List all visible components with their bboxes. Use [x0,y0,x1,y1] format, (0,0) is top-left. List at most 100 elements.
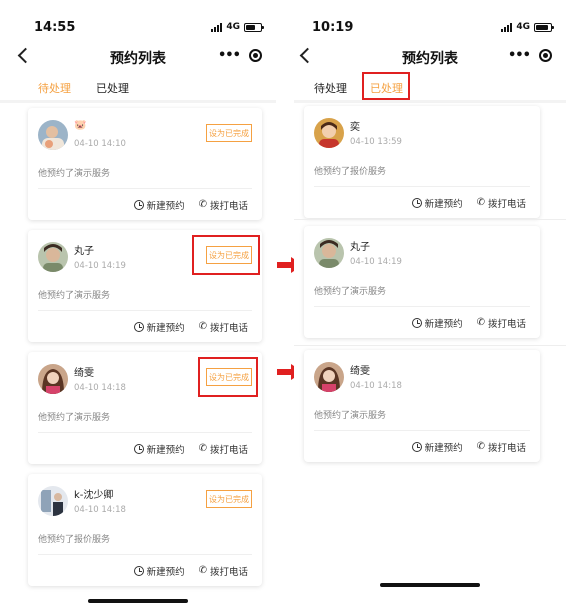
mark-complete-button[interactable]: 设为已完成 [206,124,252,142]
call-label: 拨打电话 [487,319,526,330]
service-text: 他预约了报价服务 [314,167,387,177]
home-indicator [380,583,480,587]
nav-bar: 预约列表 ••• [0,44,276,74]
tab-divider [294,100,566,103]
new-appointment-label: 新建预约 [146,201,185,212]
card-actions: 新建预约 ✆ 拨打电话 [411,440,526,455]
call-button[interactable]: ✆ 拨打电话 [476,316,526,331]
clock-icon [411,442,422,452]
clock-icon [133,566,144,576]
card-actions: 新建预约 ✆ 拨打电话 [133,442,248,457]
appointment-date: 04-10 14:18 [74,505,126,515]
avatar [38,120,68,150]
tab-processed[interactable]: 已处理 [96,80,129,96]
avatar [314,362,344,392]
divider [314,306,530,307]
customer-name: 绮雯 [74,368,94,379]
status-time: 10:19 [312,20,354,35]
appointment-card[interactable]: 绮雯 04-10 14:18 他预约了演示服务 新建预约 ✆ 拨打电话 [304,350,540,462]
phone-icon: ✆ [198,565,207,576]
call-button[interactable]: ✆ 拨打电话 [198,564,248,579]
phone-icon: ✆ [198,199,207,210]
new-appointment-button[interactable]: 新建预约 [133,320,185,334]
new-appointment-button[interactable]: 新建预约 [133,198,185,212]
divider [314,186,530,187]
divider [38,310,252,311]
card-actions: 新建预约 ✆ 拨打电话 [411,196,526,211]
call-label: 拨打电话 [209,323,248,334]
call-button[interactable]: ✆ 拨打电话 [198,198,248,213]
service-text: 他预约了演示服务 [38,413,111,423]
phone-icon: ✆ [476,317,485,328]
left-screen: 14:55 4G 预约列表 ••• 待处理 已处理 🐷 04-10 14:10 … [0,0,276,609]
new-appointment-button[interactable]: 新建预约 [411,316,463,330]
highlight-box [192,235,260,275]
appointment-date: 04-10 14:18 [74,383,126,393]
new-appointment-button[interactable]: 新建预约 [133,564,185,578]
new-appointment-button[interactable]: 新建预约 [411,440,463,454]
more-dots-icon[interactable]: ••• [508,49,531,62]
highlight-box [362,72,410,100]
clock-icon [411,198,422,208]
appointment-card[interactable]: 🐷 04-10 14:10 设为已完成 他预约了演示服务 新建预约 ✆ 拨打电话 [28,108,262,220]
clock-icon [411,318,422,328]
home-indicator [88,599,188,603]
call-button[interactable]: ✆ 拨打电话 [476,196,526,211]
divider [38,188,252,189]
network-type: 4G [516,22,530,32]
service-text: 他预约了演示服务 [314,287,387,297]
call-button[interactable]: ✆ 拨打电话 [198,442,248,457]
divider [294,345,566,346]
customer-name: 丸子 [350,242,370,253]
service-text: 他预约了演示服务 [38,169,111,179]
service-text: 他预约了报价服务 [38,535,111,545]
avatar [38,486,68,516]
call-label: 拨打电话 [487,443,526,454]
target-icon[interactable] [539,48,552,62]
appointment-date: 04-10 14:19 [350,257,402,267]
nav-bar: 预约列表 ••• [294,44,566,74]
signal-icon [211,22,223,32]
call-button[interactable]: ✆ 拨打电话 [477,440,526,455]
tab-pending[interactable]: 待处理 [38,80,71,96]
divider [38,554,252,555]
customer-name: 🐷 [74,120,87,131]
phone-icon: ✆ [198,443,207,454]
more-dots-icon[interactable]: ••• [218,49,241,62]
new-appointment-label: 新建预约 [146,445,185,456]
card-actions: 新建预约 ✆ 拨打电话 [411,316,526,331]
appointment-date: 04-10 13:59 [350,137,402,147]
service-text: 他预约了演示服务 [314,411,387,421]
avatar [314,118,344,148]
target-icon[interactable] [249,48,262,62]
new-appointment-label: 新建预约 [146,323,185,334]
new-appointment-button[interactable]: 新建预约 [411,196,463,210]
appointment-card[interactable]: k-沈少卿 04-10 14:18 设为已完成 他预约了报价服务 新建预约 ✆ 拨… [28,474,262,586]
appointment-date: 04-10 14:10 [74,139,126,149]
mark-complete-button[interactable]: 设为已完成 [206,490,252,508]
card-actions: 新建预约 ✆ 拨打电话 [133,320,248,335]
clock-icon [133,444,144,454]
call-button[interactable]: ✆ 拨打电话 [198,320,248,335]
new-appointment-label: 新建预约 [424,199,463,210]
signal-icon [501,22,513,32]
avatar [38,242,68,272]
clock-icon [133,322,144,332]
new-appointment-label: 新建预约 [146,567,185,578]
call-label: 拨打电话 [209,201,248,212]
status-bar: 14:55 4G [0,0,276,44]
new-appointment-button[interactable]: 新建预约 [133,442,185,456]
appointment-date: 04-10 14:18 [350,381,402,391]
tab-pending[interactable]: 待处理 [314,80,347,96]
appointment-card[interactable]: 丸子 04-10 14:19 他预约了演示服务 新建预约 ✆ 拨打电话 [304,226,540,338]
card-actions: 新建预约 ✆ 拨打电话 [133,564,248,579]
service-text: 他预约了演示服务 [38,291,111,301]
network-type: 4G [226,22,240,32]
avatar [314,238,344,268]
customer-name: 奕 [350,122,360,133]
phone-icon: ✆ [198,321,207,332]
appointment-card[interactable]: 奕 04-10 13:59 他预约了报价服务 新建预约 ✆ 拨打电话 [304,106,540,218]
phone-icon: ✆ [476,197,485,208]
highlight-box [198,357,258,397]
divider [38,432,252,433]
